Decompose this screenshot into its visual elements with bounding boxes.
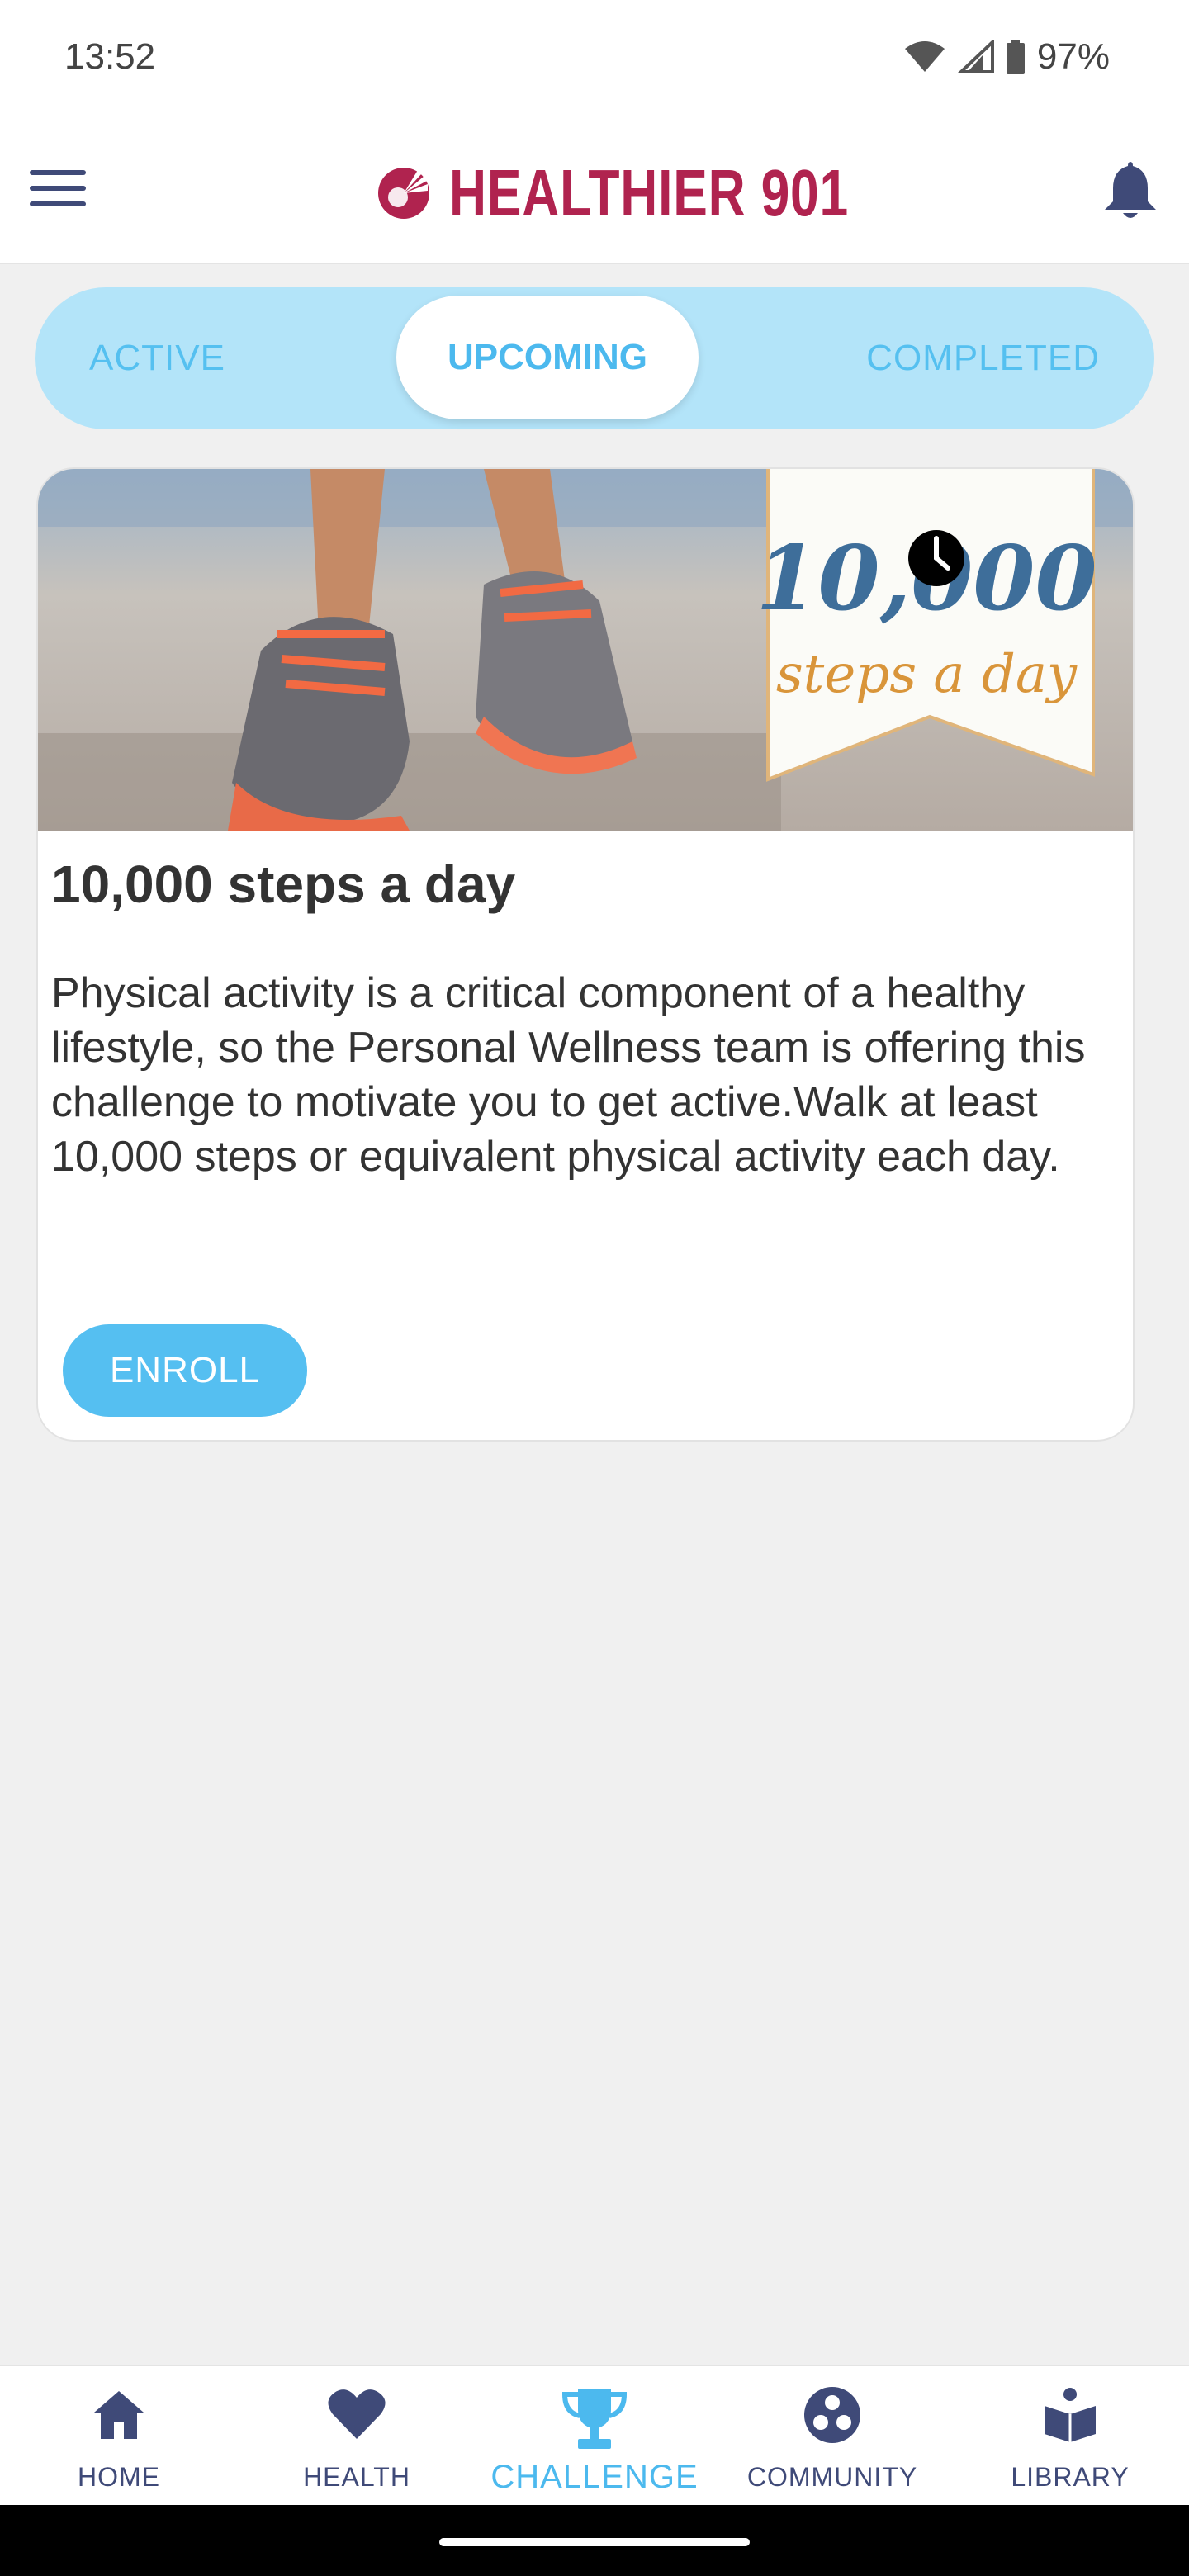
nav-item-home[interactable]: HOME: [0, 2366, 238, 2507]
nav-label-community: COMMUNITY: [746, 2462, 918, 2492]
nav-label-health: HEALTH: [303, 2462, 410, 2492]
signal-icon: [957, 40, 994, 73]
nav-item-health[interactable]: HEALTH: [238, 2366, 476, 2507]
enroll-button[interactable]: ENROLL: [63, 1324, 307, 1417]
nav-item-library[interactable]: LIBRARY: [951, 2366, 1189, 2507]
menu-icon[interactable]: [30, 170, 86, 210]
tab-active[interactable]: ACTIVE: [89, 287, 225, 429]
challenge-title: 10,000 steps a day: [51, 855, 516, 914]
battery-percent: 97%: [1036, 36, 1110, 77]
tab-upcoming[interactable]: UPCOMING: [396, 296, 699, 419]
app-header: HEALTHIER 901: [0, 116, 1189, 264]
challenge-card[interactable]: 10,000 steps a day 10,000 steps a day Ph…: [36, 467, 1135, 1442]
bell-icon[interactable]: [1101, 159, 1159, 221]
status-icons: 97%: [903, 36, 1110, 78]
nav-label-library: LIBRARY: [1011, 2462, 1130, 2492]
image-tagline-text: steps a day: [776, 644, 1078, 705]
bottom-nav: HOME HEALTH CHALLENGE COMMUNITY LIBRARY: [0, 2365, 1189, 2505]
wifi-icon: [904, 41, 945, 72]
nav-label-challenge: CHALLENGE: [490, 2459, 699, 2495]
challenge-description: Physical activity is a critical componen…: [51, 969, 1086, 1181]
trophy-icon: [561, 2389, 628, 2449]
brand-logo: HEALTHIER 901: [377, 155, 962, 231]
system-nav-bar: [0, 2505, 1189, 2576]
nav-item-challenge[interactable]: CHALLENGE: [476, 2366, 713, 2507]
home-gesture-handle[interactable]: [439, 2538, 750, 2546]
clock-icon: [908, 530, 964, 586]
home-icon: [94, 2391, 144, 2439]
status-time: 13:52: [64, 36, 156, 77]
challenge-tabs: ACTIVE UPCOMING COMPLETED: [35, 287, 1154, 429]
nav-item-community[interactable]: COMMUNITY: [713, 2366, 951, 2507]
brand-mark-icon: [378, 168, 429, 219]
library-icon: [1045, 2388, 1096, 2442]
status-bar: 13:52 97%: [0, 0, 1189, 116]
community-icon: [804, 2387, 860, 2443]
heart-icon: [328, 2389, 386, 2439]
brand-name: HEALTHIER 901: [449, 156, 850, 230]
battery-icon: [1006, 40, 1025, 74]
nav-label-home: HOME: [78, 2462, 160, 2492]
tab-completed[interactable]: COMPLETED: [866, 287, 1100, 429]
challenge-image: 10,000 steps a day: [38, 469, 1133, 831]
